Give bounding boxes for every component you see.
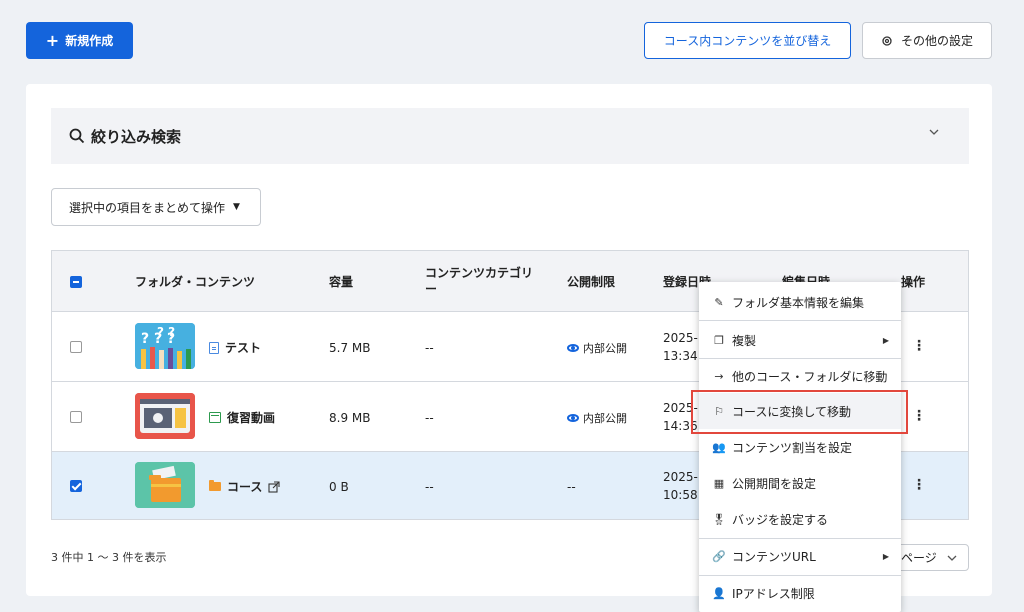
svg-text:? ?: ? ? [157,325,175,339]
thumbnail-image: ? ? ? ? ? [135,323,195,369]
calendar-icon: ▦ [713,476,725,490]
submenu-arrow-icon: ▶ [882,551,889,561]
filter-panel[interactable]: 絞り込み検索 [51,108,969,164]
result-count: 3 件中 1 ～ 3 件を表示 [51,551,167,564]
settings-button-label: その他の設定 [900,34,973,48]
row-checkbox[interactable] [70,341,82,353]
registered-date: 2025- [663,470,698,484]
users-icon: 👥 [712,440,726,454]
content-name[interactable]: テスト [209,339,261,356]
visibility-label: 内部公開 [583,412,627,425]
size-cell: 8.9 MB [329,411,371,425]
content-name-label: 復習動画 [227,411,276,425]
arrow-right-icon: → [714,369,724,383]
content-name[interactable]: 復習動画 [209,409,275,426]
menu-divider [699,320,901,321]
menu-item-publish-period[interactable]: ▦ 公開期間を設定 [699,465,901,501]
menu-item-label: フォルダ基本情報を編集 [732,295,865,310]
external-link-icon[interactable] [268,480,280,493]
menu-item-ip-restriction[interactable]: 👤 IPアドレス制限 [699,575,901,611]
registered-time: 13:34 [663,349,698,363]
menu-item-label: 他のコース・フォルダに移動 [732,369,888,384]
user-lock-icon: 👤 [712,586,726,600]
chevron-down-icon[interactable] [928,126,940,138]
bulk-action-button[interactable]: 選択中の項目をまとめて操作 ▼ [51,188,261,226]
video-icon [209,412,221,423]
header-category-line2: ー [425,282,438,296]
row-menu-icon[interactable]: ⋮ [912,408,926,424]
header-visibility: 公開制限 [567,275,616,289]
content-name-label: コース [227,480,263,494]
bulk-action-label: 選択中の項目をまとめて操作 [69,200,226,215]
filter-label: 絞り込み検索 [91,127,182,146]
content-name-label: テスト [225,341,262,355]
menu-item-label: 公開期間を設定 [732,476,817,491]
caret-down-icon: ▼ [233,202,240,212]
category-cell: -- [425,411,434,425]
menu-item-assign-content[interactable]: 👥 コンテンツ割当を設定 [699,429,901,465]
context-menu: ✎ フォルダ基本情報を編集 ❐ 複製 ▶ → 他のコース・フォルダに移動 ⚐ コ… [699,282,901,612]
content-name[interactable]: コース [209,478,280,495]
visibility-label: 内部公開 [583,342,627,355]
plus-icon: + [45,30,60,50]
header-size: 容量 [329,275,354,289]
pencil-icon: ✎ [714,295,724,309]
menu-item-label: コンテンツ割当を設定 [732,440,853,455]
header-category: コンテンツカテゴリ [425,266,534,280]
page-size-label: ページ [901,551,937,565]
page-size-select[interactable]: ページ [890,544,969,571]
settings-button[interactable]: その他の設定 [862,22,992,59]
menu-item-label: 複製 [732,333,757,348]
eye-icon [567,414,579,422]
submenu-arrow-icon: ▶ [882,335,889,345]
menu-item-badge[interactable]: 🎖 バッジを設定する [699,501,901,537]
thumbnail-image [135,462,195,508]
menu-item-label: コンテンツURL [732,549,816,564]
copy-icon: ❐ [714,333,724,347]
visibility-badge: 内部公開 [567,410,627,426]
chevron-down-icon [947,555,957,561]
size-cell: 0 B [329,480,349,494]
registered-date: 2025- [663,331,698,345]
menu-item-label: バッジを設定する [732,512,829,527]
highlight-box [691,390,908,434]
badge-icon: 🎖 [712,512,726,526]
row-menu-icon[interactable]: ⋮ [912,477,926,493]
menu-item-content-url[interactable]: 🔗 コンテンツURL ▶ [699,538,901,574]
header-actions: 操作 [901,275,926,289]
menu-item-duplicate[interactable]: ❐ 複製 ▶ [699,322,901,358]
visibility-cell: -- [567,480,576,494]
size-cell: 5.7 MB [329,341,371,355]
new-button[interactable]: + 新規作成 [26,22,133,59]
reorder-button[interactable]: コース内コンテンツを並び替え [644,22,851,59]
menu-item-edit-folder[interactable]: ✎ フォルダ基本情報を編集 [699,284,901,320]
visibility-badge: 内部公開 [567,340,627,356]
new-button-label: 新規作成 [65,34,114,48]
document-icon [209,341,219,354]
category-cell: -- [425,480,434,494]
search-icon [69,128,85,144]
menu-item-label: IPアドレス制限 [732,586,815,601]
folder-icon [209,480,221,491]
category-cell: -- [425,341,434,355]
eye-icon [567,344,579,352]
row-menu-icon[interactable]: ⋮ [912,338,926,354]
row-checkbox[interactable] [70,480,82,492]
header-folder: フォルダ・コンテンツ [135,275,256,289]
row-checkbox[interactable] [70,411,82,423]
gear-icon [882,35,892,46]
menu-item-move[interactable]: → 他のコース・フォルダに移動 [699,358,901,394]
link-icon: 🔗 [712,549,726,563]
registered-time: 10:58 [663,488,698,502]
select-all-checkbox[interactable] [70,276,82,288]
thumbnail-image [135,393,195,439]
